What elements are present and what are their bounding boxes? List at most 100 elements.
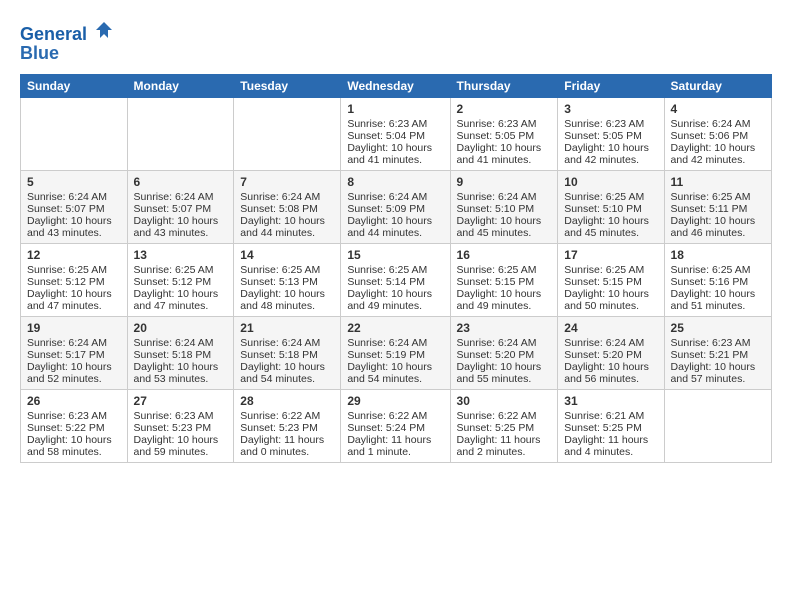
sunrise: Sunrise: 6:25 AM [671, 264, 765, 276]
sunset: Sunset: 5:12 PM [134, 276, 228, 288]
daylight-hours: Daylight: 10 hours and 41 minutes. [457, 142, 552, 166]
sunrise: Sunrise: 6:24 AM [27, 337, 121, 349]
calendar-week-row: 26Sunrise: 6:23 AMSunset: 5:22 PMDayligh… [21, 389, 772, 462]
daylight-hours: Daylight: 10 hours and 57 minutes. [671, 361, 765, 385]
sunrise: Sunrise: 6:23 AM [671, 337, 765, 349]
sunset: Sunset: 5:16 PM [671, 276, 765, 288]
day-number: 3 [564, 102, 657, 116]
sunset: Sunset: 5:21 PM [671, 349, 765, 361]
day-number: 30 [457, 394, 552, 408]
sunset: Sunset: 5:20 PM [457, 349, 552, 361]
daylight-hours: Daylight: 11 hours and 4 minutes. [564, 434, 657, 458]
calendar-cell: 27Sunrise: 6:23 AMSunset: 5:23 PMDayligh… [127, 389, 234, 462]
logo-blue: Blue [20, 43, 114, 64]
calendar-cell: 7Sunrise: 6:24 AMSunset: 5:08 PMDaylight… [234, 170, 341, 243]
sunrise: Sunrise: 6:25 AM [134, 264, 228, 276]
day-number: 14 [240, 248, 334, 262]
sunrise: Sunrise: 6:24 AM [347, 191, 443, 203]
sunrise: Sunrise: 6:24 AM [347, 337, 443, 349]
daylight-hours: Daylight: 10 hours and 45 minutes. [564, 215, 657, 239]
calendar-cell: 5Sunrise: 6:24 AMSunset: 5:07 PMDaylight… [21, 170, 128, 243]
sunrise: Sunrise: 6:23 AM [347, 118, 443, 130]
calendar-header-row: SundayMondayTuesdayWednesdayThursdayFrid… [21, 74, 772, 97]
daylight-hours: Daylight: 10 hours and 54 minutes. [240, 361, 334, 385]
sunrise: Sunrise: 6:24 AM [457, 337, 552, 349]
daylight-hours: Daylight: 10 hours and 46 minutes. [671, 215, 765, 239]
day-number: 19 [27, 321, 121, 335]
sunrise: Sunrise: 6:24 AM [134, 191, 228, 203]
daylight-hours: Daylight: 10 hours and 53 minutes. [134, 361, 228, 385]
sunset: Sunset: 5:24 PM [347, 422, 443, 434]
sunset: Sunset: 5:23 PM [134, 422, 228, 434]
calendar-cell: 23Sunrise: 6:24 AMSunset: 5:20 PMDayligh… [450, 316, 558, 389]
sunrise: Sunrise: 6:25 AM [457, 264, 552, 276]
calendar-cell [21, 97, 128, 170]
sunset: Sunset: 5:14 PM [347, 276, 443, 288]
day-number: 18 [671, 248, 765, 262]
calendar-cell [664, 389, 771, 462]
daylight-hours: Daylight: 11 hours and 1 minute. [347, 434, 443, 458]
daylight-hours: Daylight: 10 hours and 54 minutes. [347, 361, 443, 385]
calendar-header-saturday: Saturday [664, 74, 771, 97]
day-number: 2 [457, 102, 552, 116]
sunset: Sunset: 5:15 PM [457, 276, 552, 288]
sunset: Sunset: 5:12 PM [27, 276, 121, 288]
sunrise: Sunrise: 6:25 AM [347, 264, 443, 276]
calendar-cell: 21Sunrise: 6:24 AMSunset: 5:18 PMDayligh… [234, 316, 341, 389]
calendar-header-monday: Monday [127, 74, 234, 97]
sunset: Sunset: 5:23 PM [240, 422, 334, 434]
sunrise: Sunrise: 6:22 AM [347, 410, 443, 422]
sunrise: Sunrise: 6:24 AM [240, 337, 334, 349]
calendar-cell: 15Sunrise: 6:25 AMSunset: 5:14 PMDayligh… [341, 243, 450, 316]
day-number: 27 [134, 394, 228, 408]
day-number: 24 [564, 321, 657, 335]
sunset: Sunset: 5:25 PM [564, 422, 657, 434]
sunrise: Sunrise: 6:23 AM [457, 118, 552, 130]
calendar-cell: 6Sunrise: 6:24 AMSunset: 5:07 PMDaylight… [127, 170, 234, 243]
sunset: Sunset: 5:05 PM [564, 130, 657, 142]
daylight-hours: Daylight: 10 hours and 42 minutes. [671, 142, 765, 166]
calendar-cell: 29Sunrise: 6:22 AMSunset: 5:24 PMDayligh… [341, 389, 450, 462]
day-number: 4 [671, 102, 765, 116]
header: General Blue [20, 20, 772, 64]
sunset: Sunset: 5:15 PM [564, 276, 657, 288]
daylight-hours: Daylight: 10 hours and 52 minutes. [27, 361, 121, 385]
calendar-week-row: 5Sunrise: 6:24 AMSunset: 5:07 PMDaylight… [21, 170, 772, 243]
sunrise: Sunrise: 6:22 AM [457, 410, 552, 422]
day-number: 15 [347, 248, 443, 262]
calendar-header-thursday: Thursday [450, 74, 558, 97]
calendar-header-sunday: Sunday [21, 74, 128, 97]
daylight-hours: Daylight: 11 hours and 2 minutes. [457, 434, 552, 458]
sunrise: Sunrise: 6:25 AM [240, 264, 334, 276]
day-number: 31 [564, 394, 657, 408]
sunset: Sunset: 5:09 PM [347, 203, 443, 215]
sunrise: Sunrise: 6:24 AM [27, 191, 121, 203]
sunset: Sunset: 5:13 PM [240, 276, 334, 288]
sunset: Sunset: 5:11 PM [671, 203, 765, 215]
day-number: 16 [457, 248, 552, 262]
sunset: Sunset: 5:10 PM [457, 203, 552, 215]
day-number: 8 [347, 175, 443, 189]
sunset: Sunset: 5:10 PM [564, 203, 657, 215]
calendar-cell: 20Sunrise: 6:24 AMSunset: 5:18 PMDayligh… [127, 316, 234, 389]
logo: General Blue [20, 20, 114, 64]
calendar-cell: 14 Sunrise: 6:25 AMSunset: 5:13 PMDayligh… [234, 243, 341, 316]
day-number: 12 [27, 248, 121, 262]
calendar-cell: 26Sunrise: 6:23 AMSunset: 5:22 PMDayligh… [21, 389, 128, 462]
daylight-hours: Daylight: 10 hours and 55 minutes. [457, 361, 552, 385]
daylight-hours: Daylight: 10 hours and 50 minutes. [564, 288, 657, 312]
daylight-hours: Daylight: 10 hours and 48 minutes. [240, 288, 334, 312]
calendar-week-row: 1Sunrise: 6:23 AMSunset: 5:04 PMDaylight… [21, 97, 772, 170]
sunset: Sunset: 5:17 PM [27, 349, 121, 361]
calendar-cell: 16Sunrise: 6:25 AMSunset: 5:15 PMDayligh… [450, 243, 558, 316]
sunrise: Sunrise: 6:24 AM [671, 118, 765, 130]
daylight-hours: Daylight: 10 hours and 56 minutes. [564, 361, 657, 385]
calendar-cell: 18Sunrise: 6:25 AMSunset: 5:16 PMDayligh… [664, 243, 771, 316]
day-number: 9 [457, 175, 552, 189]
calendar-cell: 17 Sunrise: 6:25 AMSunset: 5:15 PMDayligh… [558, 243, 664, 316]
sunset: Sunset: 5:07 PM [27, 203, 121, 215]
day-number: 17 [564, 248, 657, 262]
daylight-hours: Daylight: 10 hours and 59 minutes. [134, 434, 228, 458]
calendar-cell: 25Sunrise: 6:23 AMSunset: 5:21 PMDayligh… [664, 316, 771, 389]
sunrise: Sunrise: 6:25 AM [564, 264, 657, 276]
